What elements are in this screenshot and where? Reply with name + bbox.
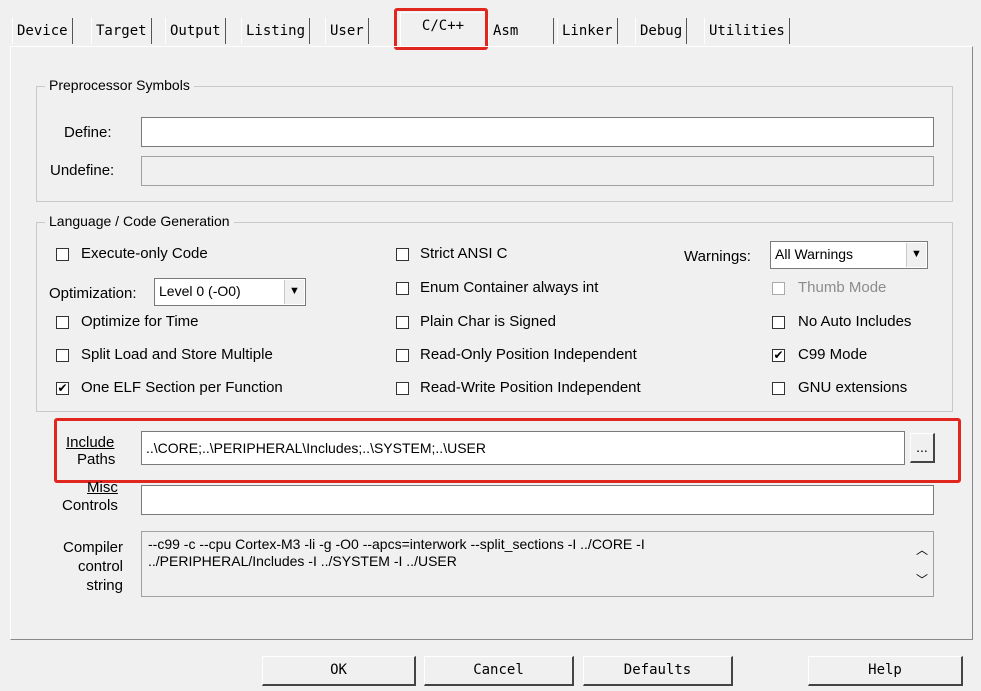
thumb-mode-checkbox[interactable]	[772, 282, 785, 295]
undefine-input[interactable]	[141, 156, 934, 186]
optimization-select[interactable]: Level 0 (-O0) ▼	[154, 278, 306, 306]
split-load-checkbox[interactable]	[56, 349, 69, 362]
compiler-label-line3: string	[86, 577, 123, 594]
split-load-label: Split Load and Store Multiple	[81, 346, 273, 363]
enum-container-label: Enum Container always int	[420, 279, 599, 296]
define-label: Define:	[64, 124, 112, 141]
cancel-button[interactable]: Cancel	[424, 656, 574, 686]
compiler-control-label: Compiler control string	[55, 538, 123, 595]
one-elf-label: One ELF Section per Function	[81, 379, 283, 396]
tab-utilities[interactable]: Utilities	[704, 18, 790, 44]
tab-highlight	[394, 8, 488, 50]
strict-ansi-checkbox[interactable]	[396, 248, 409, 261]
misc-controls-input[interactable]	[141, 485, 934, 515]
tab-target[interactable]: Target	[91, 18, 152, 44]
tab-linker[interactable]: Linker	[557, 18, 618, 44]
tab-debug[interactable]: Debug	[635, 18, 688, 44]
c99-mode-label: C99 Mode	[798, 346, 868, 363]
rw-pos-indep-checkbox[interactable]	[396, 382, 409, 395]
tab-listing[interactable]: Listing	[241, 18, 311, 44]
optimize-time-checkbox[interactable]	[56, 316, 69, 329]
tab-device[interactable]: Device	[12, 18, 73, 44]
chevron-up-icon[interactable]: ︿	[911, 542, 933, 559]
ok-button[interactable]: OK	[262, 656, 416, 686]
rw-pos-indep-label: Read-Write Position Independent	[420, 379, 641, 396]
language-legend: Language / Code Generation	[45, 213, 234, 229]
thumb-mode-label: Thumb Mode	[798, 279, 887, 296]
optimization-label: Optimization:	[49, 285, 137, 302]
compiler-scrollbar[interactable]: ︿ ﹀	[911, 532, 933, 596]
enum-container-checkbox[interactable]	[396, 282, 409, 295]
ro-pos-indep-checkbox[interactable]	[396, 349, 409, 362]
c99-mode-checkbox[interactable]: ✔	[772, 349, 785, 362]
no-auto-includes-label: No Auto Includes	[798, 313, 912, 330]
gnu-extensions-label: GNU extensions	[798, 379, 908, 396]
defaults-button[interactable]: Defaults	[583, 656, 733, 686]
misc-controls-label: Misc Controls	[62, 479, 118, 515]
gnu-extensions-checkbox[interactable]	[772, 382, 785, 395]
chevron-down-icon: ▼	[906, 243, 926, 267]
compiler-label-line2: control	[77, 558, 123, 575]
warnings-label: Warnings:	[684, 248, 751, 265]
ro-pos-indep-label: Read-Only Position Independent	[420, 346, 637, 363]
compiler-line-1: --c99 -c --cpu Cortex-M3 -li -g -O0 --ap…	[148, 536, 645, 552]
optimization-value: Level 0 (-O0)	[159, 283, 241, 299]
chevron-down-icon[interactable]: ﹀	[911, 572, 933, 589]
misc-label-line2: Controls	[62, 497, 118, 514]
chevron-down-icon: ▼	[284, 280, 304, 304]
execute-only-label: Execute-only Code	[81, 245, 208, 262]
optimize-time-label: Optimize for Time	[81, 313, 199, 330]
warnings-value: All Warnings	[775, 246, 854, 262]
tab-output[interactable]: Output	[165, 18, 226, 44]
misc-label-line1: Misc	[87, 479, 118, 496]
define-input[interactable]	[141, 117, 934, 147]
compiler-label-line1: Compiler	[62, 539, 123, 556]
strict-ansi-label: Strict ANSI C	[420, 245, 508, 262]
no-auto-includes-checkbox[interactable]	[772, 316, 785, 329]
warnings-select[interactable]: All Warnings ▼	[770, 241, 928, 269]
execute-only-checkbox[interactable]	[56, 248, 69, 261]
compiler-line-2: ../PERIPHERAL/Includes -I ../SYSTEM -I .…	[148, 553, 457, 569]
one-elf-checkbox[interactable]: ✔	[56, 382, 69, 395]
plain-char-checkbox[interactable]	[396, 316, 409, 329]
undefine-label: Undefine:	[50, 162, 115, 179]
plain-char-label: Plain Char is Signed	[420, 313, 556, 330]
tab-asm[interactable]: Asm	[488, 18, 554, 44]
include-highlight	[54, 418, 961, 483]
preprocessor-legend: Preprocessor Symbols	[45, 77, 194, 93]
tab-user[interactable]: User	[325, 18, 369, 44]
help-button[interactable]: Help	[808, 656, 963, 686]
compiler-control-string[interactable]: --c99 -c --cpu Cortex-M3 -li -g -O0 --ap…	[141, 531, 934, 597]
